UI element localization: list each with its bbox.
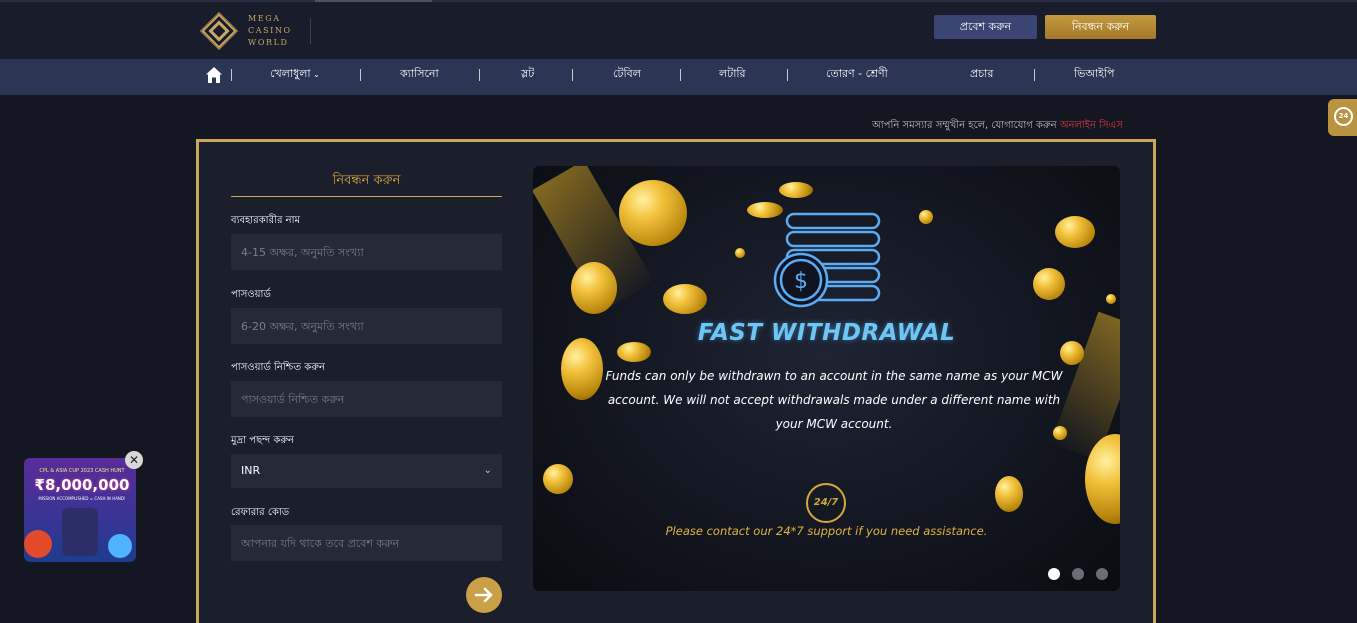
slide-dot-1[interactable] — [1048, 568, 1060, 580]
slide-dot-3[interactable] — [1096, 568, 1108, 580]
gold-coin — [995, 476, 1023, 512]
gold-coin — [663, 284, 707, 314]
support-side-tab[interactable]: 24 — [1328, 99, 1357, 136]
support-notice: আপনি সমস্যার সম্মুখীন হলে, যোগাযোগ করুন … — [872, 118, 1123, 135]
nav-separator — [479, 69, 480, 81]
gold-coin — [735, 248, 745, 258]
promo-close-button[interactable]: ✕ — [125, 451, 143, 469]
nav-separator — [1034, 69, 1035, 81]
promo-banner[interactable]: $ FAST WITHDRAWAL Funds can only be with… — [533, 166, 1120, 591]
confirm-password-input[interactable] — [231, 381, 502, 417]
online-cs-link[interactable]: অনলাইন সিএস — [1060, 120, 1123, 131]
login-button[interactable]: প্রবেশ করুন — [934, 15, 1037, 39]
promo-amount: ₹8,000,000 — [34, 476, 130, 494]
banner-support-text: Please contact our 24*7 support if you n… — [665, 524, 988, 538]
password-label: পাসওয়ার্ড — [231, 289, 271, 300]
referral-label: রেফারার কোড — [231, 507, 290, 518]
nav-separator — [360, 69, 361, 81]
currency-value: INR — [241, 464, 261, 477]
currency-label: মুদ্রা পছন্দ করুন — [231, 435, 294, 446]
gold-coin — [571, 262, 617, 314]
gold-coin — [919, 210, 933, 224]
nav-item-lottery[interactable]: লটারি — [719, 59, 746, 95]
gold-coin — [619, 180, 687, 246]
chevron-down-icon: ⌄ — [310, 70, 320, 79]
main-nav: খেলাধুলা ⌄ ক্যাসিনো স্লট টেবিল লটারি তোর… — [0, 59, 1357, 95]
nav-item-table[interactable]: টেবিল — [613, 59, 641, 95]
nav-separator — [680, 69, 681, 81]
logo-diamond-icon — [199, 11, 239, 51]
register-button[interactable]: নিবন্ধন করুন — [1045, 15, 1156, 39]
top-accent-line — [315, 0, 432, 2]
support-247-icon: 24/7 — [806, 483, 846, 523]
gold-coin — [1033, 268, 1065, 300]
submit-next-button[interactable] — [466, 577, 502, 613]
chevron-down-icon: ⌄ — [483, 465, 492, 476]
support-text: আপনি সমস্যার সম্মুখীন হলে, যোগাযোগ করুন — [872, 120, 1057, 131]
home-icon[interactable] — [205, 66, 223, 84]
slide-dot-2[interactable] — [1072, 568, 1084, 580]
nav-separator — [572, 69, 573, 81]
referral-input[interactable] — [231, 525, 502, 561]
logo-divider — [310, 18, 311, 44]
svg-text:$: $ — [794, 269, 808, 294]
logo-line-3: WORLD — [248, 38, 289, 47]
logo-text: MEGA CASINO WORLD — [248, 13, 292, 49]
gold-coin — [1106, 294, 1116, 304]
arrow-right-icon — [474, 587, 493, 603]
currency-select[interactable]: INR ⌄ — [231, 454, 502, 488]
gold-coin — [1055, 216, 1095, 248]
nav-separator — [231, 69, 232, 81]
gold-coin — [543, 464, 573, 494]
close-icon: ✕ — [128, 453, 140, 467]
logo-line-1: MEGA — [248, 14, 281, 23]
form-title: নিবন্ধন করুন — [332, 173, 401, 188]
gold-coin — [779, 182, 813, 198]
confirm-password-label: পাসওয়ার্ড নিশ্চিত করুন — [231, 362, 325, 373]
nav-item-label: খেলাধুলা — [270, 67, 311, 80]
floating-promo[interactable]: CPL & ASIA CUP 2023 CASH HUNT ₹8,000,000… — [22, 452, 140, 564]
promo-title: CPL & ASIA CUP 2023 CASH HUNT — [39, 468, 125, 474]
promo-tagline: MISSION ACCOMPLISHED = CASH IN HAND! — [38, 496, 126, 501]
form-title-underline — [231, 196, 502, 197]
logo-line-2: CASINO — [248, 26, 292, 35]
site-logo[interactable]: MEGA CASINO WORLD — [198, 10, 292, 52]
nav-item-vip[interactable]: ভিআইপি — [1074, 59, 1115, 95]
support-24-icon: 24 — [1334, 107, 1353, 126]
nav-item-slots[interactable]: স্লট — [521, 59, 534, 95]
nav-item-arcade[interactable]: তোরণ - শ্রেণী — [826, 59, 888, 95]
nav-item-sports[interactable]: খেলাধুলা ⌄ — [270, 59, 320, 95]
banner-body: Funds can only be withdrawn to an accoun… — [605, 369, 1063, 431]
nav-item-promotions[interactable]: প্রচার — [970, 59, 993, 95]
nav-separator — [787, 69, 788, 81]
username-input[interactable] — [231, 234, 502, 270]
username-label: ব্যবহারকারীর নাম — [231, 215, 301, 226]
banner-heading: FAST WITHDRAWAL — [697, 320, 956, 346]
password-input[interactable] — [231, 308, 502, 344]
coin-stack-icon: $ — [773, 212, 881, 308]
nav-item-casino[interactable]: ক্যাসিনো — [400, 59, 439, 95]
